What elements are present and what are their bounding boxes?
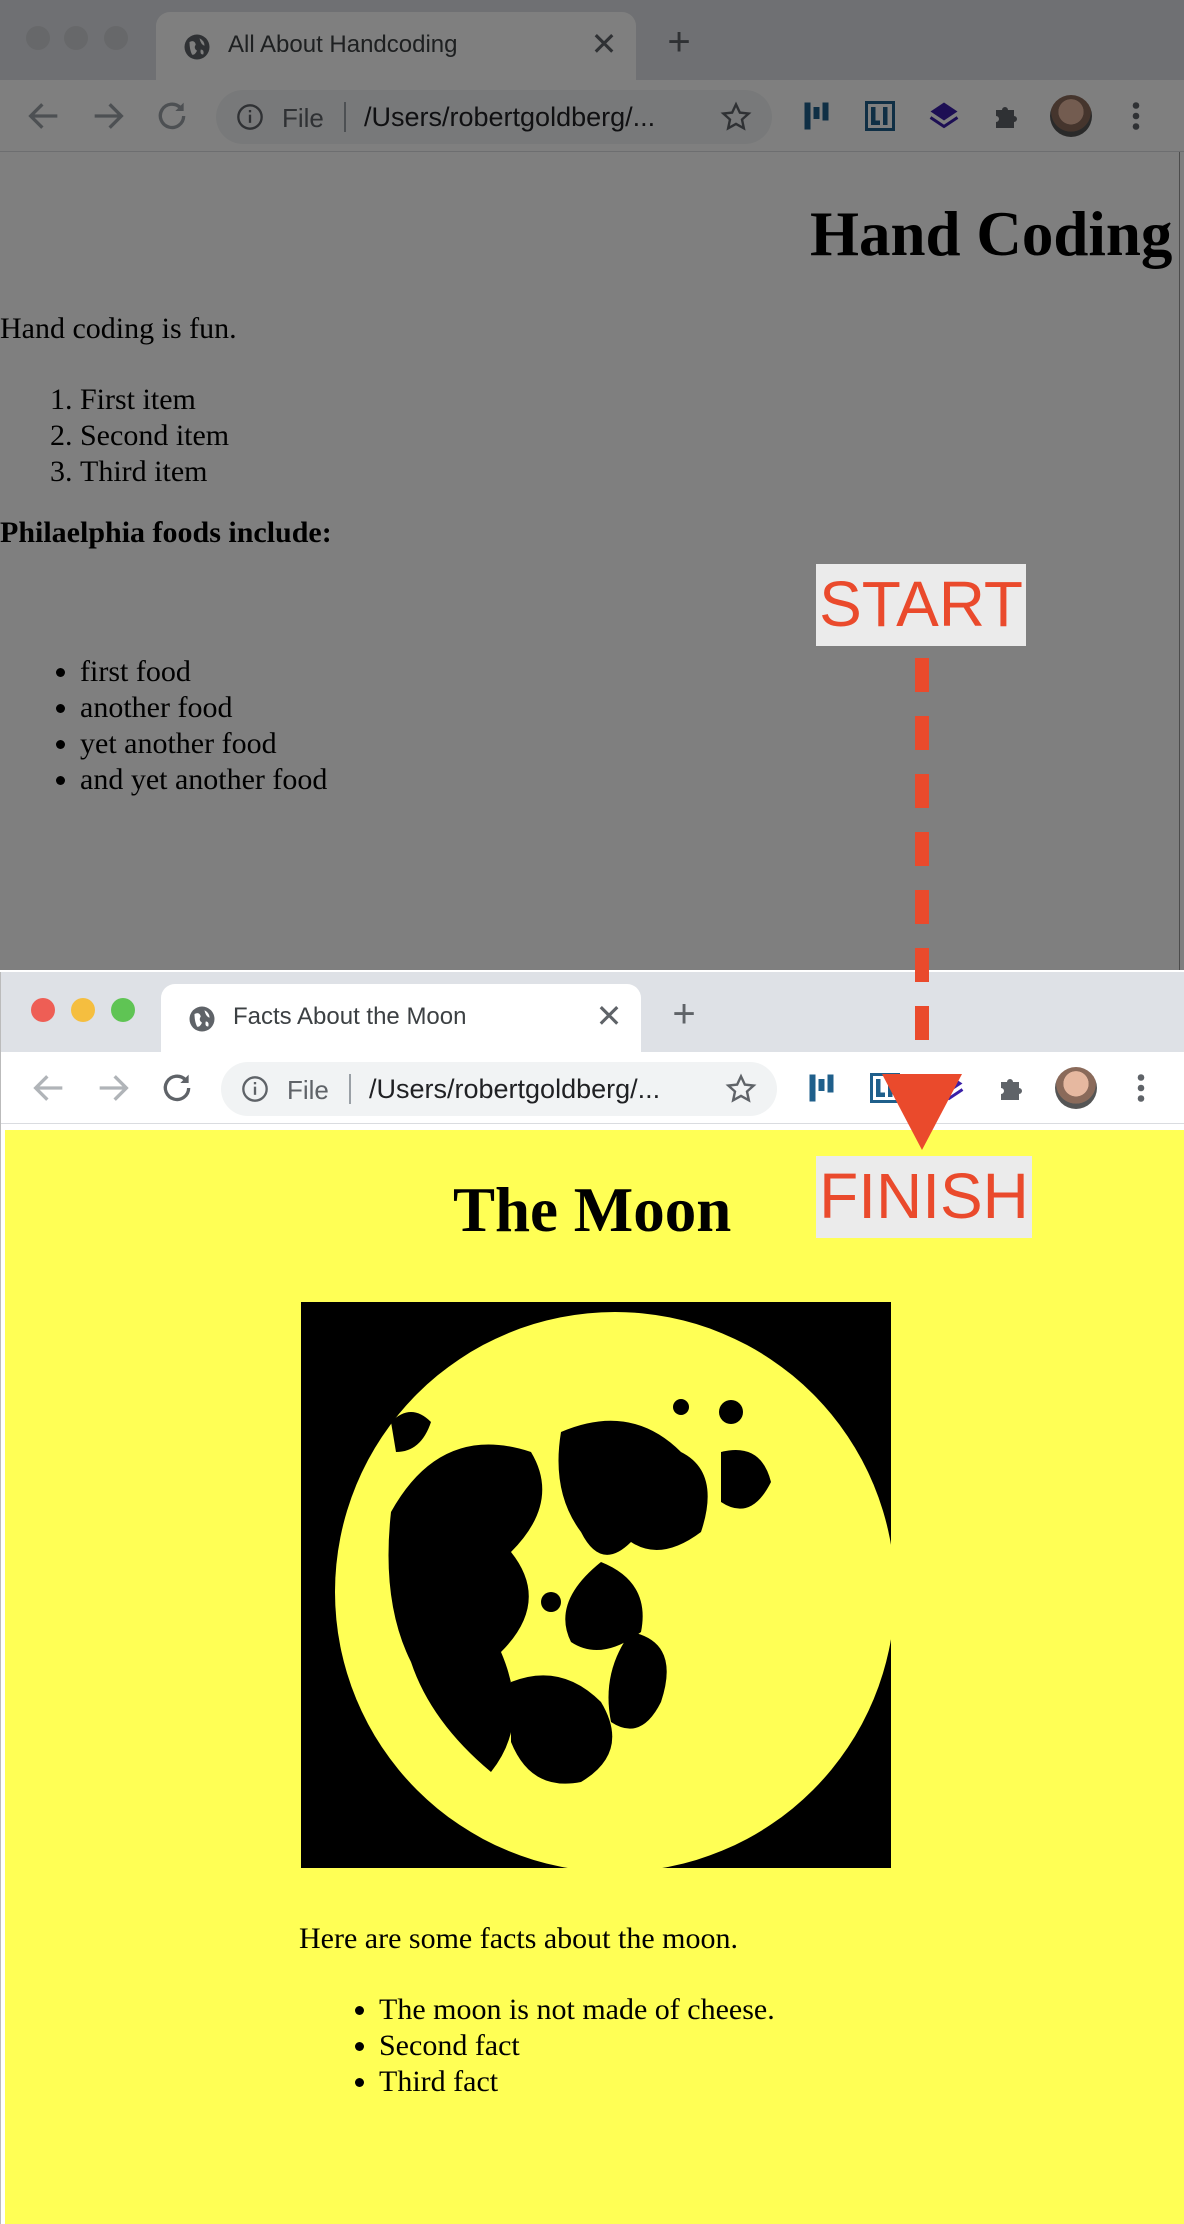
tab-strip: Facts About the Moon ✕ + <box>1 972 1184 1052</box>
puzzle-icon[interactable] <box>995 1070 1031 1106</box>
moon-illustration <box>335 1312 895 1872</box>
address-bar[interactable]: File /Users/robertgoldberg/... <box>221 1062 777 1116</box>
star-icon[interactable] <box>725 1073 757 1105</box>
close-tab-icon[interactable]: ✕ <box>591 998 627 1034</box>
blue-bars-extension-icon[interactable] <box>805 1070 841 1106</box>
list-item: Second fact <box>379 2028 775 2064</box>
inactive-window-overlay <box>0 0 1184 970</box>
intro-paragraph: Here are some facts about the moon. <box>299 1922 738 1955</box>
kebab-menu-icon[interactable] <box>1131 1070 1151 1106</box>
reload-icon[interactable] <box>157 1068 197 1108</box>
page-title: The Moon <box>453 1175 732 1245</box>
forward-arrow-icon[interactable] <box>93 1068 133 1108</box>
facts-list: The moon is not made of cheese. Second f… <box>379 1992 775 2100</box>
back-arrow-icon[interactable] <box>29 1068 69 1108</box>
divider <box>349 1074 351 1104</box>
tab-facts-about-the-moon[interactable]: Facts About the Moon ✕ <box>161 984 641 1052</box>
minimize-window-button[interactable] <box>71 998 95 1022</box>
globe-icon <box>189 1006 215 1032</box>
tab-title: Facts About the Moon <box>233 1003 467 1030</box>
list-item: Third fact <box>379 2064 775 2100</box>
url-scheme: File <box>287 1075 329 1105</box>
avatar[interactable] <box>1055 1067 1097 1109</box>
zoom-window-button[interactable] <box>111 998 135 1022</box>
info-icon[interactable] <box>241 1075 269 1103</box>
page-content: The Moon Here are some facts about the m… <box>5 1130 1184 2224</box>
dashed-arrow-icon <box>882 658 962 1150</box>
browser-window-handcoding: All About Handcoding ✕ + File /Users/rob… <box>0 0 1184 970</box>
list-item: The moon is not made of cheese. <box>379 1992 775 2028</box>
new-tab-button[interactable]: + <box>665 994 703 1034</box>
close-window-button[interactable] <box>31 998 55 1022</box>
moon-image <box>301 1302 895 1872</box>
browser-toolbar: File /Users/robertgoldberg/... <box>1 1052 1184 1124</box>
url-text[interactable]: /Users/robertgoldberg/... <box>369 1074 660 1105</box>
finish-label: FINISH <box>816 1156 1032 1238</box>
start-label: START <box>816 564 1026 646</box>
